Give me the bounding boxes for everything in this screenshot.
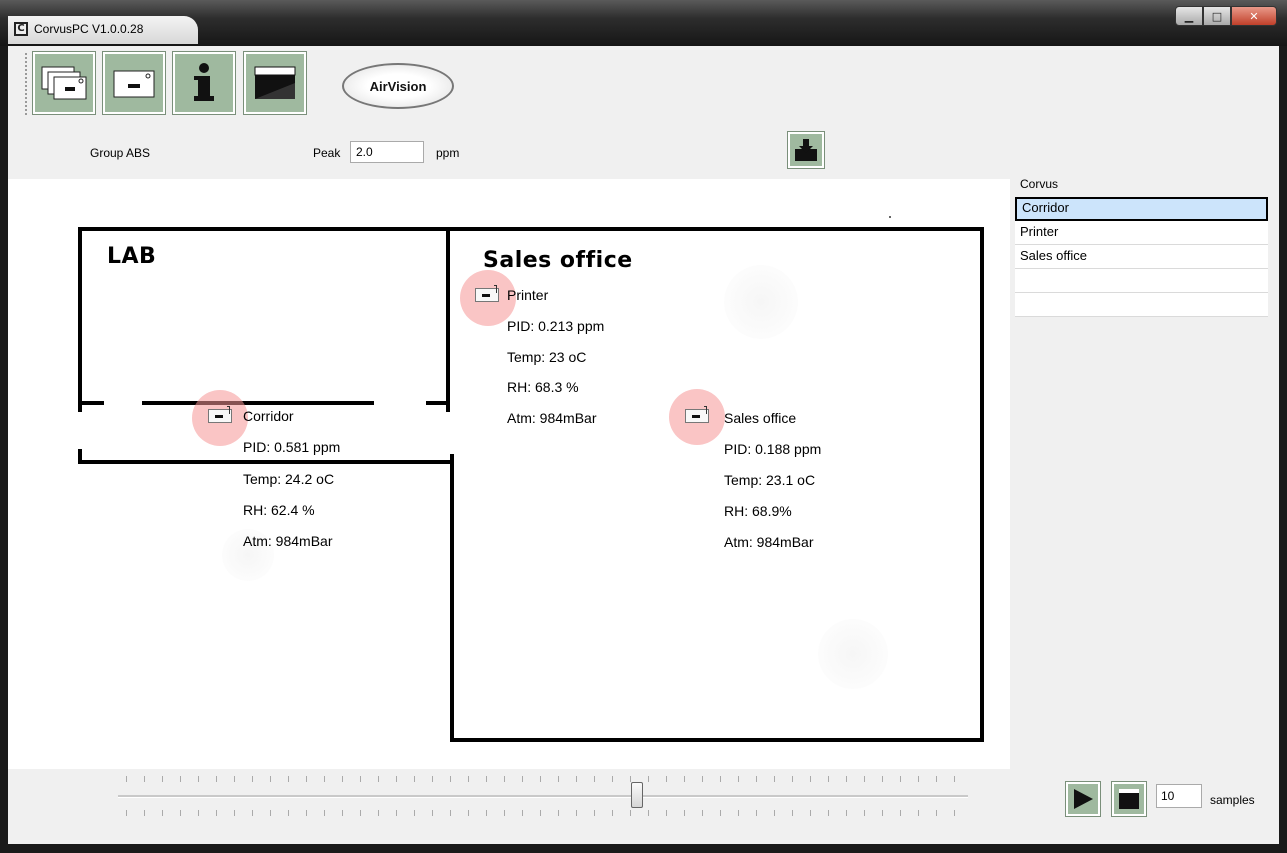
wall — [426, 401, 450, 405]
sensor-rh: RH: 68.9% — [724, 503, 792, 519]
group-label: Group ABS — [90, 146, 151, 160]
time-slider-track[interactable] — [118, 795, 968, 798]
faint-marker — [818, 619, 888, 689]
title-bar: C CorvusPC V1.0.0.28 ▁ □ ✕ — [0, 0, 1287, 46]
sensor-device-icon[interactable] — [208, 406, 232, 423]
window-controls: ▁ □ ✕ — [1175, 6, 1277, 28]
floor-plan[interactable]: LAB Sales office Printer PID: 0.213 ppm … — [8, 179, 1010, 769]
dot-marker — [889, 216, 891, 218]
peak-label: Peak — [313, 146, 341, 160]
samples-input[interactable] — [1156, 784, 1202, 808]
sidebar-panel-button[interactable] — [243, 51, 307, 115]
wall — [78, 460, 454, 464]
panel-icon — [254, 66, 296, 99]
sensor-name: Sales office — [724, 410, 797, 426]
room-label-lab: LAB — [107, 244, 157, 269]
sensor-pid: PID: 0.581 ppm — [243, 439, 341, 455]
logo-text: AirVision — [369, 78, 427, 94]
sensor-temp: Temp: 23.1 oC — [724, 472, 816, 488]
wall — [78, 227, 454, 231]
wall — [78, 401, 104, 405]
window-title: CorvusPC V1.0.0.28 — [34, 22, 144, 36]
maximize-icon: □ — [1211, 9, 1223, 23]
sensor-atm: Atm: 984mBar — [507, 410, 597, 426]
sensor-name: Corridor — [243, 408, 294, 424]
wall — [142, 401, 374, 405]
wall — [980, 227, 984, 742]
info-button[interactable] — [172, 51, 236, 115]
location-list[interactable]: Corridor Printer Sales office — [1015, 197, 1268, 317]
sensor-temp: Temp: 24.2 oC — [243, 471, 335, 487]
toolbar-grip[interactable] — [25, 53, 29, 115]
wall — [450, 738, 984, 742]
app-icon: C — [14, 22, 28, 36]
time-slider-thumb[interactable] — [630, 782, 643, 808]
sensor-pid: PID: 0.188 ppm — [724, 441, 822, 457]
slider-ticks-top — [126, 776, 966, 782]
close-button[interactable]: ✕ — [1231, 6, 1277, 26]
device-button[interactable] — [102, 51, 166, 115]
download-icon — [795, 139, 817, 161]
wall — [78, 227, 82, 412]
unit-label: ppm — [436, 146, 460, 160]
sensor-name: Printer — [507, 287, 549, 303]
info-icon — [194, 63, 214, 101]
panel-icon — [1119, 789, 1139, 809]
group-title: Corvus — [1020, 177, 1059, 191]
peak-input[interactable] — [350, 141, 424, 163]
airvision-logo: AirVision — [342, 63, 454, 109]
sensor-atm: Atm: 984mBar — [724, 534, 814, 550]
list-item-corridor[interactable]: Corridor — [1015, 197, 1268, 221]
stop-button[interactable] — [1111, 781, 1147, 817]
play-button[interactable] — [1065, 781, 1101, 817]
sensor-temp: Temp: 23 oC — [507, 349, 587, 365]
room-label-sales-office: Sales office — [483, 248, 633, 273]
wall — [450, 227, 984, 231]
device-icon — [113, 70, 155, 98]
sensor-rh: RH: 68.3 % — [507, 379, 579, 395]
list-item-sales-office[interactable]: Sales office — [1015, 245, 1268, 269]
samples-label: samples — [1210, 793, 1255, 807]
faint-marker — [724, 265, 798, 339]
sensor-atm: Atm: 984mBar — [243, 533, 333, 549]
list-item-printer[interactable]: Printer — [1015, 221, 1268, 245]
multi-device-button[interactable] — [32, 51, 96, 115]
sensor-device-icon[interactable] — [685, 406, 709, 423]
sensor-rh: RH: 62.4 % — [243, 502, 315, 518]
sensor-pid: PID: 0.213 ppm — [507, 318, 605, 334]
wall — [450, 454, 454, 742]
minimize-button[interactable]: ▁ — [1175, 6, 1203, 26]
list-item-empty[interactable] — [1015, 269, 1268, 293]
sensor-device-icon[interactable] — [475, 285, 499, 302]
wall — [446, 227, 450, 412]
play-icon — [1074, 789, 1093, 809]
slider-ticks-bottom — [126, 810, 966, 816]
list-item-empty[interactable] — [1015, 293, 1268, 317]
maximize-button[interactable]: □ — [1203, 6, 1231, 26]
close-icon: ✕ — [1249, 9, 1259, 23]
minimize-icon: ▁ — [1184, 9, 1194, 23]
stacked-devices-icon — [41, 66, 87, 100]
download-button[interactable] — [787, 131, 825, 169]
client-area: AirVision Group ABS Peak ppm LAB Sales o… — [8, 46, 1279, 844]
